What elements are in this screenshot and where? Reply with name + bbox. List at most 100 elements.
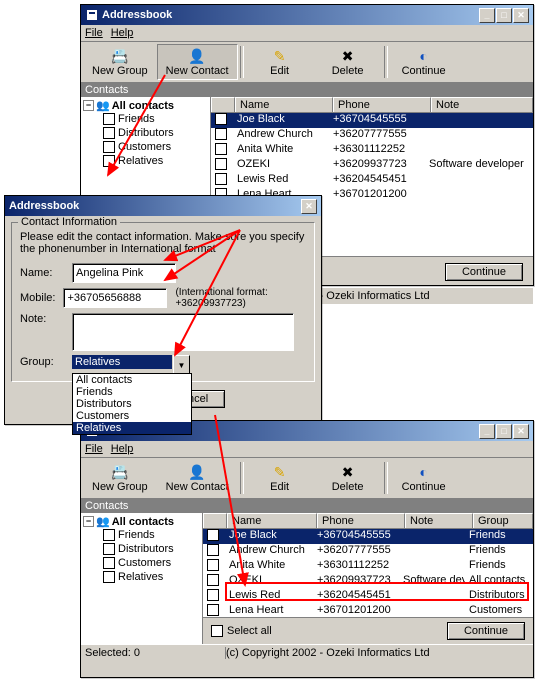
- option[interactable]: All contacts: [73, 374, 191, 386]
- menu-file[interactable]: File: [85, 443, 103, 455]
- contacts-grid[interactable]: Name Phone Note Group Joe Black+36704545…: [203, 513, 533, 617]
- col-note[interactable]: Note: [405, 513, 473, 528]
- menu-file[interactable]: File: [85, 27, 103, 39]
- grid-header: Name Phone Note Group: [203, 513, 533, 529]
- titlebar[interactable]: Addressbook ✕: [5, 196, 321, 216]
- checkbox-icon[interactable]: [103, 155, 115, 167]
- select-all-row: Select all Continue: [203, 617, 533, 644]
- selected-count: Selected: 0: [85, 647, 226, 659]
- grid-header-bar: [211, 83, 533, 97]
- continue-icon: ◐: [419, 463, 427, 481]
- option[interactable]: Friends: [73, 386, 191, 398]
- maximize-button[interactable]: □: [496, 8, 512, 23]
- option[interactable]: Customers: [73, 410, 191, 422]
- close-button[interactable]: ✕: [513, 424, 529, 439]
- tree-folder[interactable]: Friends: [103, 528, 200, 542]
- continue-button[interactable]: Continue: [445, 263, 523, 281]
- table-row[interactable]: Anita White+36301112252Friends: [203, 559, 533, 574]
- grid-panel: Name Phone Note Group Joe Black+36704545…: [203, 499, 533, 644]
- tree-folder[interactable]: Customers: [103, 556, 200, 570]
- table-row[interactable]: OZEKI+36209937723Software developerAll c…: [203, 574, 533, 589]
- table-row[interactable]: Lewis Red+36204545451Distributors: [203, 589, 533, 604]
- window-title: Addressbook: [102, 9, 479, 21]
- checkbox-icon[interactable]: [103, 543, 115, 555]
- chevron-down-icon[interactable]: ▼: [173, 355, 190, 375]
- intro-text: Please edit the contact information. Mak…: [20, 231, 306, 255]
- option[interactable]: Distributors: [73, 398, 191, 410]
- table-row[interactable]: Joe Black+36704545555: [211, 113, 533, 128]
- contacts-tree[interactable]: −👥All contacts Friends Distributors Cust…: [81, 513, 202, 644]
- fieldset-legend: Contact Information: [18, 216, 120, 228]
- new-group-button[interactable]: 📇New Group: [83, 460, 157, 496]
- people-icon: 👥: [96, 515, 110, 528]
- col-phone[interactable]: Phone: [317, 513, 405, 528]
- table-row[interactable]: OZEKI+36209937723Software developer: [211, 158, 533, 173]
- table-row[interactable]: Anita White+36301112252: [211, 143, 533, 158]
- delete-button[interactable]: ✖Delete: [314, 460, 382, 496]
- menu-help[interactable]: Help: [111, 27, 134, 39]
- copyright: (c) Copyright 2002 - Ozeki Informatics L…: [226, 647, 430, 659]
- new-group-icon: 📇: [111, 463, 128, 481]
- option[interactable]: Relatives: [73, 422, 191, 434]
- table-row[interactable]: Andrew Church+36207777555Friends: [203, 544, 533, 559]
- continue-button[interactable]: ◐Continue: [390, 460, 458, 496]
- tree-folder[interactable]: Distributors: [103, 542, 200, 556]
- continue-button[interactable]: ◐Continue: [390, 44, 458, 80]
- checkbox-icon[interactable]: [103, 113, 115, 125]
- col-name[interactable]: Name: [235, 97, 333, 112]
- new-group-button[interactable]: 📇New Group: [83, 44, 157, 80]
- tree-root[interactable]: −👥All contacts: [83, 99, 208, 112]
- tree-folder[interactable]: Relatives: [103, 570, 200, 584]
- minimize-button[interactable]: _: [479, 424, 495, 439]
- titlebar[interactable]: Addressbook _ □ ✕: [81, 5, 533, 25]
- edit-button[interactable]: ✎Edit: [246, 460, 314, 496]
- grid-header: Name Phone Note: [211, 97, 533, 113]
- delete-button[interactable]: ✖Delete: [314, 44, 382, 80]
- table-row[interactable]: Lena Heart+36701201200Customers: [203, 604, 533, 617]
- checkbox-icon[interactable]: [103, 141, 115, 153]
- table-row[interactable]: Joe Black+36704545555Friends: [203, 529, 533, 544]
- new-contact-button[interactable]: 👤New Contact: [157, 460, 238, 496]
- menubar: File Help: [81, 25, 533, 42]
- close-button[interactable]: ✕: [301, 199, 317, 214]
- continue-button[interactable]: Continue: [447, 622, 525, 640]
- mobile-hint: (International format: +36209937723): [175, 287, 306, 309]
- tree-folder[interactable]: Relatives: [103, 154, 208, 168]
- col-name[interactable]: Name: [227, 513, 317, 528]
- note-label: Note:: [20, 313, 64, 325]
- name-input[interactable]: [72, 263, 176, 283]
- app-icon: [85, 8, 99, 22]
- maximize-button[interactable]: □: [496, 424, 512, 439]
- minimize-button[interactable]: _: [479, 8, 495, 23]
- edit-button[interactable]: ✎Edit: [246, 44, 314, 80]
- tree-folder[interactable]: Distributors: [103, 126, 208, 140]
- col-note[interactable]: Note: [431, 97, 533, 112]
- contact-info-group: Contact Information Please edit the cont…: [11, 222, 315, 382]
- tree-folder[interactable]: Friends: [103, 112, 208, 126]
- group-dropdown[interactable]: All contacts Friends Distributors Custom…: [72, 373, 192, 435]
- collapse-icon[interactable]: −: [83, 516, 94, 527]
- tree-root[interactable]: −👥All contacts: [83, 515, 200, 528]
- checkbox-icon[interactable]: [103, 127, 115, 139]
- new-contact-button[interactable]: 👤New Contact: [157, 44, 238, 80]
- note-input[interactable]: [72, 313, 294, 351]
- table-row[interactable]: Andrew Church+36207777555: [211, 128, 533, 143]
- collapse-icon[interactable]: −: [83, 100, 94, 111]
- col-phone[interactable]: Phone: [333, 97, 431, 112]
- tree-folder[interactable]: Customers: [103, 140, 208, 154]
- dialog-title: Addressbook: [9, 200, 301, 212]
- mobile-input[interactable]: [63, 288, 167, 308]
- menu-help[interactable]: Help: [111, 443, 134, 455]
- grid-header-bar: [203, 499, 533, 513]
- checkbox-icon[interactable]: [103, 557, 115, 569]
- select-all-checkbox[interactable]: [211, 625, 223, 637]
- checkbox-icon[interactable]: [103, 571, 115, 583]
- checkbox-icon[interactable]: [103, 529, 115, 541]
- statusbar: Selected: 0 (c) Copyright 2002 - Ozeki I…: [81, 644, 533, 661]
- menubar: File Help: [81, 441, 533, 458]
- close-button[interactable]: ✕: [513, 8, 529, 23]
- people-icon: 👥: [96, 99, 110, 112]
- table-row[interactable]: Lewis Red+36204545451: [211, 173, 533, 188]
- group-select[interactable]: Relatives ▼ All contacts Friends Distrib…: [72, 355, 172, 369]
- col-group[interactable]: Group: [473, 513, 533, 528]
